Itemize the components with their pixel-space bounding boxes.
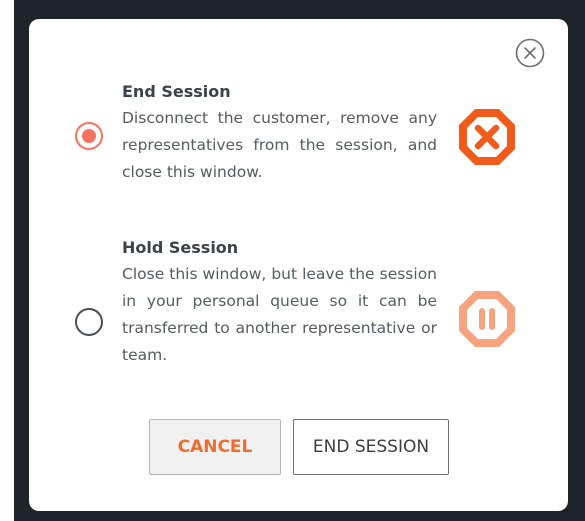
cancel-button[interactable]: CANCEL [149, 419, 281, 475]
end-session-description: Disconnect the customer, remove any repr… [122, 109, 437, 181]
hold-session-option[interactable]: Hold Session Close this window, but leav… [29, 237, 568, 377]
end-session-text: End Session Disconnect the customer, rem… [122, 81, 437, 186]
octagon-pause-icon [459, 291, 515, 347]
end-session-option[interactable]: End Session Disconnect the customer, rem… [29, 81, 568, 191]
hold-session-text: Hold Session Close this window, but leav… [122, 237, 437, 369]
hold-session-description: Close this window, but leave the session… [122, 265, 437, 364]
end-session-dialog: End Session Disconnect the customer, rem… [29, 19, 568, 511]
hold-session-title: Hold Session [122, 238, 239, 257]
hold-session-radio[interactable] [75, 308, 103, 336]
end-session-button[interactable]: END SESSION [293, 419, 449, 475]
close-circle-icon [515, 38, 545, 68]
end-session-radio[interactable] [75, 122, 103, 150]
octagon-x-icon [459, 109, 515, 165]
close-button[interactable] [515, 38, 545, 68]
end-session-title: End Session [122, 82, 231, 101]
